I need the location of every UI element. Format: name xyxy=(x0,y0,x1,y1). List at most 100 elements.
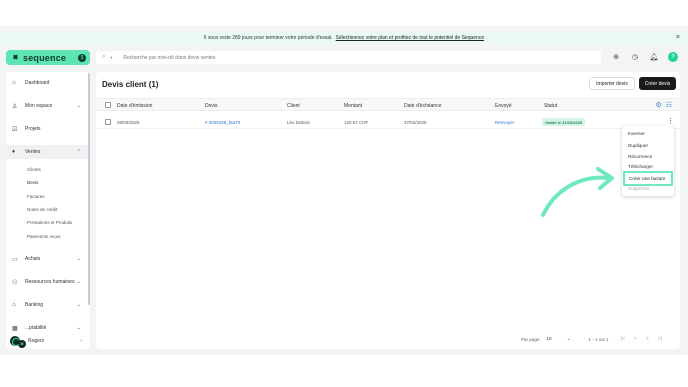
page-range: 1 - 1 sur 1 xyxy=(588,336,609,342)
sidebar-subitem-prestations[interactable]: Prestations et Produits xyxy=(27,220,72,225)
row-checkbox[interactable] xyxy=(105,119,111,125)
column-header[interactable]: Date d'échéance xyxy=(404,103,441,109)
calculator-icon: ▦ xyxy=(12,325,18,332)
column-header[interactable]: Devis xyxy=(205,103,218,109)
sidebar-item-label: Dashboard xyxy=(25,80,50,86)
sidebar-subitem-factures[interactable]: Factures xyxy=(27,194,45,199)
currency-icon[interactable]: $ xyxy=(78,53,86,62)
sidebar-item-banking[interactable]: ⌂ Banking ⌄ xyxy=(6,298,90,312)
chevron-up-icon: ⌃ xyxy=(76,149,81,155)
column-header[interactable]: Envoyé xyxy=(495,103,512,109)
sidebar-subitem-clients[interactable]: Clients xyxy=(27,167,41,172)
import-devis-button[interactable]: Importer devis xyxy=(589,77,635,90)
row-actions-menu: Inverser Dupliquer Récurrence Télécharge… xyxy=(622,126,674,196)
column-header[interactable]: Client xyxy=(287,103,300,109)
brand-name: sequence xyxy=(23,52,67,63)
top-toolbar: ⊕ ◷ 🔔︎ ? xyxy=(611,52,678,62)
table-tools: ⚙ ☷ xyxy=(655,101,672,109)
settings-icon[interactable]: ⚙ xyxy=(655,101,661,109)
chevron-down-icon: ⌄ xyxy=(76,103,81,109)
column-header[interactable]: Date d'émission xyxy=(117,103,152,109)
cell-devis-link[interactable]: # 2025328_faa73 xyxy=(205,120,240,125)
menu-item-supprimer[interactable]: Supprimer xyxy=(628,186,650,191)
clock-icon[interactable]: ◷ xyxy=(630,52,640,62)
resend-link[interactable]: Renvoyer xyxy=(495,120,514,125)
cell-echeance: 27/04/2025 xyxy=(404,120,427,125)
sidebar-item-ventes[interactable]: ♦ Ventes ⌃ xyxy=(6,145,90,159)
avatar xyxy=(10,336,20,346)
person-icon: ♙ xyxy=(12,103,18,110)
help-icon[interactable]: ? xyxy=(668,52,678,62)
menu-item-creer-facture[interactable]: Créer une facture xyxy=(623,171,673,186)
chevron-down-icon: ⌄ xyxy=(76,325,81,331)
trial-banner: Il vous reste 289 jours pour terminer vo… xyxy=(0,33,688,43)
sidebar-item-mon-espace[interactable]: ♙ Mon espace ⌄ xyxy=(6,99,90,113)
people-icon: ⚇ xyxy=(12,279,18,286)
menu-item-telecharger[interactable]: Télécharger xyxy=(628,164,653,169)
search-input[interactable]: Recherche par mot-clé dans devis ventes xyxy=(123,55,215,61)
trial-banner-text: Il vous reste 289 jours pour terminer vo… xyxy=(203,35,333,41)
next-page-button[interactable]: > xyxy=(646,336,649,342)
checkbox-icon: ☑ xyxy=(12,126,18,133)
status-badge: Validé le 31/03/2025 xyxy=(542,118,586,126)
sidebar-subitem-paiements[interactable]: Paiements reçus xyxy=(27,234,61,239)
sequence-logo-icon xyxy=(12,54,19,61)
chevron-down-icon[interactable]: ▼ xyxy=(109,55,113,60)
home-icon: ⌂ xyxy=(12,80,16,86)
bell-icon[interactable]: 🔔︎ xyxy=(649,52,659,62)
sidebar-item-label: Ventes xyxy=(25,149,41,155)
chevron-down-icon: ⌄ xyxy=(76,279,81,285)
per-page-select[interactable]: 10 ⌄ xyxy=(547,336,571,342)
cell-date: 28/03/2025 xyxy=(117,120,140,125)
add-circle-icon[interactable]: ⊕ xyxy=(611,52,621,62)
column-header[interactable]: Montant xyxy=(344,103,362,109)
pagination: Par page: 10 ⌄ 1 - 1 sur 1 |< < > >| xyxy=(521,336,662,342)
rocket-icon: ♦ xyxy=(12,149,16,155)
more-vertical-icon[interactable]: ⋮ xyxy=(667,117,674,125)
main-panel: Devis client (1) Importer devis Créer de… xyxy=(96,72,680,349)
per-page-value: 10 xyxy=(546,336,552,341)
bank-icon: ⌂ xyxy=(12,302,16,308)
trial-banner-link[interactable]: Sélectionnez votre plan et profitez de t… xyxy=(336,35,484,41)
sidebar-item-projets[interactable]: ☑ Projets xyxy=(6,122,90,136)
table-row[interactable]: 28/03/2025 # 2025328_faa73 Léo Dubois 12… xyxy=(96,115,680,129)
select-all-checkbox[interactable] xyxy=(105,102,111,108)
sidebar-item-label: Banking xyxy=(25,302,44,308)
sidebar-item-dashboard[interactable]: ⌂ Dashboard xyxy=(6,76,90,90)
chevron-down-icon: ⌄ xyxy=(76,256,81,262)
table-header: Date d'émission Devis Client Montant Dat… xyxy=(96,98,680,111)
sidebar-item-achats[interactable]: ▭ Achats ⌄ xyxy=(6,252,90,266)
menu-item-dupliquer[interactable]: Dupliquer xyxy=(628,143,648,148)
sidebar-item-label: Achats xyxy=(25,256,41,262)
sidebar-item-label: Mon espace xyxy=(25,103,53,109)
last-page-button[interactable]: >| xyxy=(658,336,662,342)
per-page-label: Par page: xyxy=(521,336,541,342)
close-icon[interactable]: × xyxy=(676,34,680,41)
sidebar-subitem-notes-de-credit[interactable]: Notes de crédit xyxy=(27,207,57,212)
sidebar-item-label: Projets xyxy=(25,126,41,132)
search-icon: ⌕ xyxy=(102,54,106,60)
create-devis-button[interactable]: Créer devis xyxy=(639,77,676,90)
first-page-button[interactable]: |< xyxy=(621,336,625,342)
sidebar-subitem-devis[interactable]: Devis xyxy=(27,180,38,185)
sidebar-item-label: Ressources humaines xyxy=(25,279,75,285)
sequence-logo[interactable]: sequence $ xyxy=(6,50,90,65)
cell-montant: 120.67 CHF xyxy=(344,120,369,125)
menu-item-inverser[interactable]: Inverser xyxy=(628,131,645,136)
page-title: Devis client (1) xyxy=(102,80,159,89)
sidebar-item-rh[interactable]: ⚇ Ressources humaines ⌄ xyxy=(6,275,90,289)
user-name: Rogers xyxy=(28,338,45,344)
cell-client: Léo Dubois xyxy=(287,120,310,125)
sidebar: ⌂ Dashboard ♙ Mon espace ⌄ ☑ Projets ♦ V… xyxy=(6,72,90,349)
chevron-down-icon: ⌄ xyxy=(566,336,571,341)
menu-item-recurrence[interactable]: Récurrence xyxy=(628,154,652,159)
filter-icon[interactable]: ☷ xyxy=(666,101,672,109)
search-bar[interactable]: ⌕ ▼ Recherche par mot-clé dans devis ven… xyxy=(96,51,601,64)
bag-icon: ▭ xyxy=(12,256,18,263)
sidebar-scrollbar[interactable] xyxy=(88,73,90,305)
user-menu[interactable]: M Rogers › xyxy=(6,333,90,349)
prev-page-button[interactable]: < xyxy=(634,336,637,342)
column-header[interactable]: Statut xyxy=(544,103,557,109)
page-nav: |< < > >| xyxy=(621,336,662,342)
chevron-right-icon: › xyxy=(80,338,82,344)
